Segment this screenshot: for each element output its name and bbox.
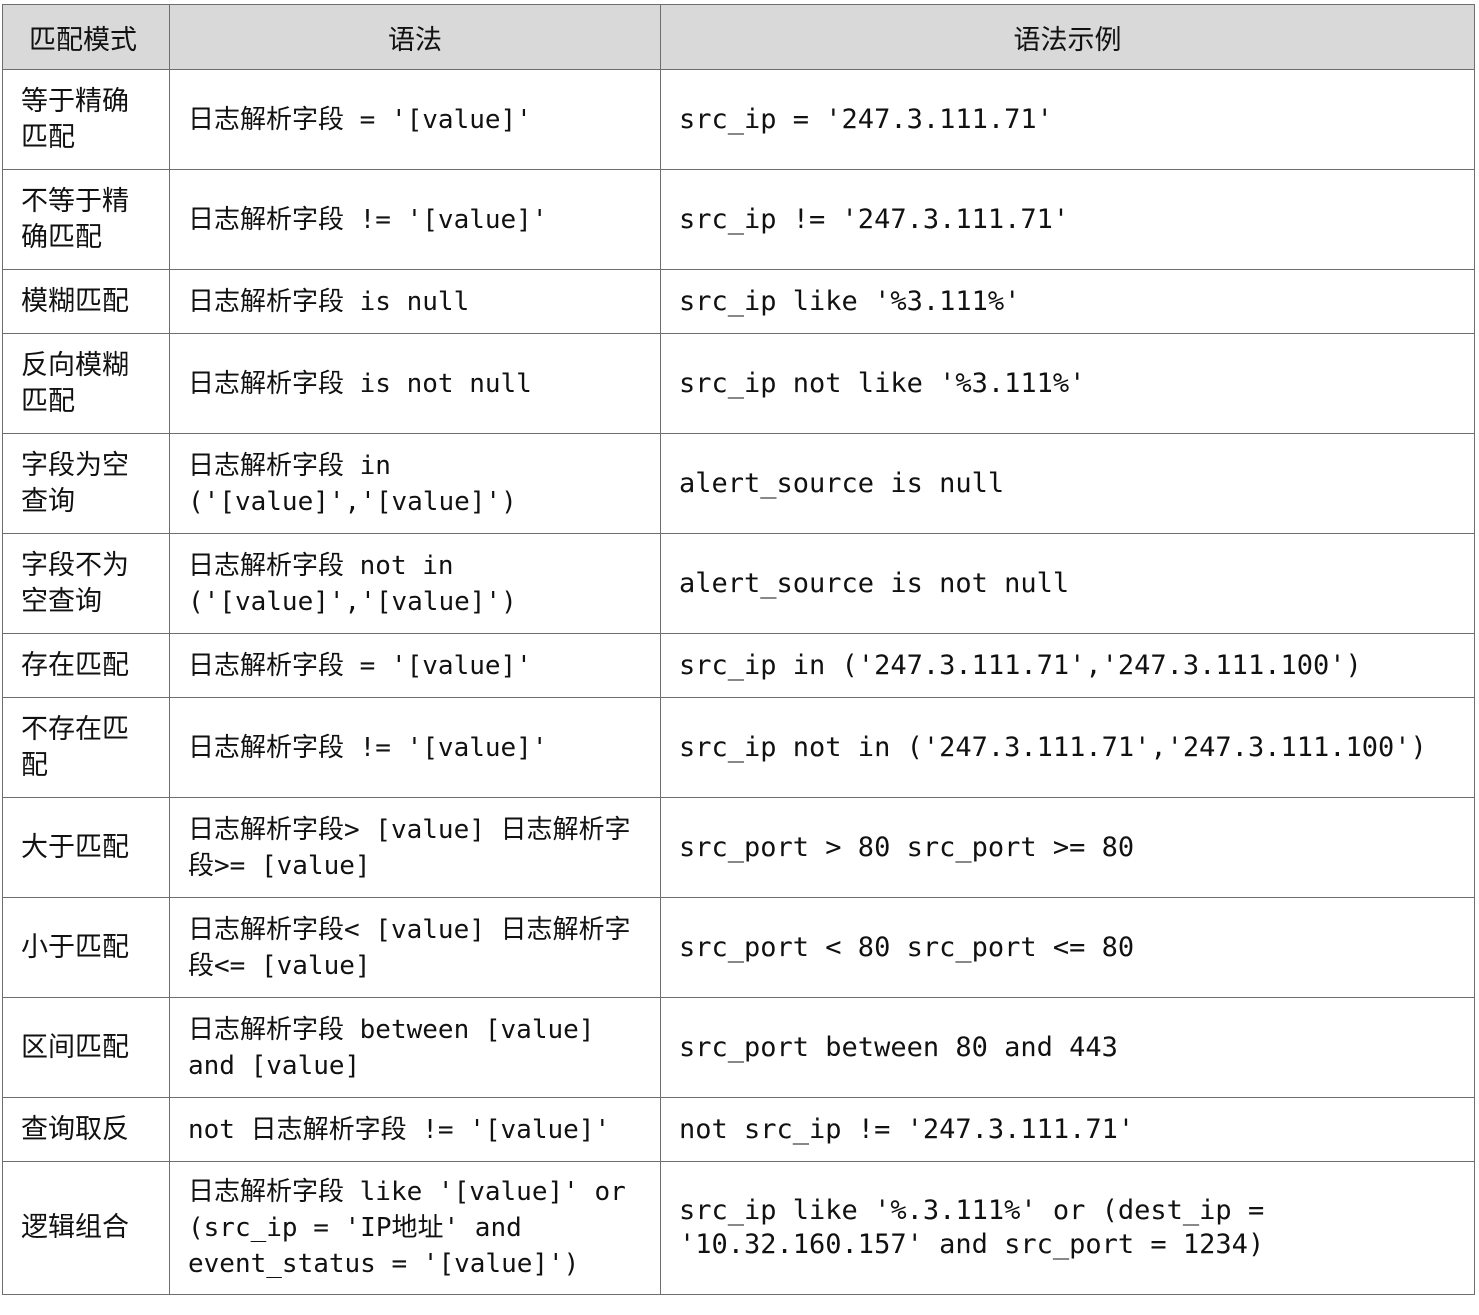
row-example: src_ip in ('247.3.111.71','247.3.111.100… (660, 633, 1475, 698)
table-row: 区间匹配 日志解析字段 between [value] and [value] … (2, 997, 1475, 1098)
row-mode: 存在匹配 (2, 633, 170, 698)
row-example: not src_ip != '247.3.111.71' (660, 1097, 1475, 1162)
row-syntax: 日志解析字段> [value] 日志解析字段>= [value] (169, 797, 661, 898)
row-example: src_port > 80 src_port >= 80 (660, 797, 1475, 898)
table-row: 小于匹配 日志解析字段< [value] 日志解析字段<= [value] sr… (2, 897, 1475, 998)
row-mode: 不存在匹配 (2, 697, 170, 798)
table-row: 字段不为空查询 日志解析字段 not in ('[value]','[value… (2, 533, 1475, 634)
row-syntax: 日志解析字段 != '[value]' (169, 697, 661, 798)
table-row: 逻辑组合 日志解析字段 like '[value]' or (src_ip = … (2, 1161, 1475, 1295)
row-syntax: 日志解析字段 is not null (169, 333, 661, 434)
row-syntax: 日志解析字段 like '[value]' or (src_ip = 'IP地址… (169, 1161, 661, 1295)
row-example: alert_source is not null (660, 533, 1475, 634)
row-mode: 逻辑组合 (2, 1161, 170, 1295)
table-row: 模糊匹配 日志解析字段 is null src_ip like '%3.111%… (2, 269, 1475, 334)
syntax-table: 匹配模式 语法 语法示例 等于精确匹配 日志解析字段 = '[value]' s… (2, 4, 1475, 1295)
row-mode: 模糊匹配 (2, 269, 170, 334)
row-example: src_port < 80 src_port <= 80 (660, 897, 1475, 998)
row-syntax: 日志解析字段 != '[value]' (169, 169, 661, 270)
header-syntax: 语法 (169, 4, 661, 70)
table-row: 查询取反 not 日志解析字段 != '[value]' not src_ip … (2, 1097, 1475, 1162)
row-syntax: 日志解析字段 between [value] and [value] (169, 997, 661, 1098)
table-row: 大于匹配 日志解析字段> [value] 日志解析字段>= [value] sr… (2, 797, 1475, 898)
table-row: 等于精确匹配 日志解析字段 = '[value]' src_ip = '247.… (2, 69, 1475, 170)
table-row: 不存在匹配 日志解析字段 != '[value]' src_ip not in … (2, 697, 1475, 798)
row-syntax: 日志解析字段 not in ('[value]','[value]') (169, 533, 661, 634)
header-example: 语法示例 (660, 4, 1475, 70)
header-mode: 匹配模式 (2, 4, 170, 70)
row-syntax: not 日志解析字段 != '[value]' (169, 1097, 661, 1162)
row-mode: 反向模糊匹配 (2, 333, 170, 434)
row-example: src_ip != '247.3.111.71' (660, 169, 1475, 270)
row-mode: 不等于精确匹配 (2, 169, 170, 270)
row-mode: 字段不为空查询 (2, 533, 170, 634)
table-header-row: 匹配模式 语法 语法示例 (2, 4, 1475, 70)
row-mode: 大于匹配 (2, 797, 170, 898)
row-example: src_ip like '%3.111%' (660, 269, 1475, 334)
row-syntax: 日志解析字段 in ('[value]','[value]') (169, 433, 661, 534)
row-mode: 字段为空查询 (2, 433, 170, 534)
table-row: 存在匹配 日志解析字段 = '[value]' src_ip in ('247.… (2, 633, 1475, 698)
row-mode: 等于精确匹配 (2, 69, 170, 170)
row-mode: 小于匹配 (2, 897, 170, 998)
table-row: 不等于精确匹配 日志解析字段 != '[value]' src_ip != '2… (2, 169, 1475, 270)
row-syntax: 日志解析字段 = '[value]' (169, 633, 661, 698)
row-example: src_ip not in ('247.3.111.71','247.3.111… (660, 697, 1475, 798)
row-example: src_ip like '%.3.111%' or (dest_ip = '10… (660, 1161, 1475, 1295)
row-syntax: 日志解析字段< [value] 日志解析字段<= [value] (169, 897, 661, 998)
row-syntax: 日志解析字段 = '[value]' (169, 69, 661, 170)
row-mode: 查询取反 (2, 1097, 170, 1162)
row-example: src_port between 80 and 443 (660, 997, 1475, 1098)
table-row: 反向模糊匹配 日志解析字段 is not null src_ip not lik… (2, 333, 1475, 434)
table-row: 字段为空查询 日志解析字段 in ('[value]','[value]') a… (2, 433, 1475, 534)
row-example: src_ip not like '%3.111%' (660, 333, 1475, 434)
row-example: src_ip = '247.3.111.71' (660, 69, 1475, 170)
row-mode: 区间匹配 (2, 997, 170, 1098)
row-syntax: 日志解析字段 is null (169, 269, 661, 334)
row-example: alert_source is null (660, 433, 1475, 534)
